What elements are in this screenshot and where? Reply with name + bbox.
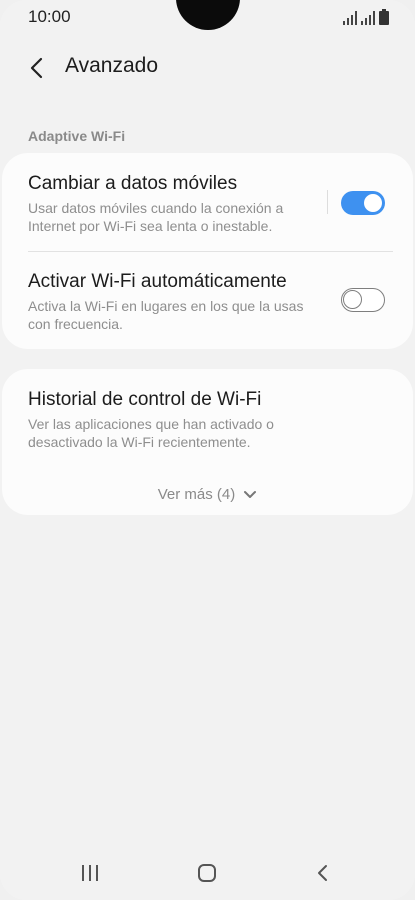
auto-wifi-toggle[interactable] <box>341 288 385 312</box>
phone-screen: 10:00 Avanzado Adaptive Wi-Fi Cambiar a … <box>0 0 415 900</box>
mobile-data-switch-toggle[interactable] <box>341 191 385 215</box>
signal-bars-icon <box>343 11 357 25</box>
back-button[interactable] <box>18 50 54 86</box>
chevron-left-icon <box>30 57 43 79</box>
toggle-knob <box>343 290 362 309</box>
page-title: Avanzado <box>65 54 159 77</box>
toggle-knob <box>362 192 384 214</box>
status-bar: 10:00 <box>0 0 415 34</box>
chevron-down-icon <box>244 490 257 498</box>
adaptive-wifi-card: Cambiar a datos móviles Usar datos móvil… <box>2 153 413 349</box>
setting-title: Activar Wi-Fi automáticamente <box>28 271 287 292</box>
back-icon <box>318 865 327 881</box>
history-title: Historial de control de Wi-Fi <box>28 389 262 410</box>
status-time: 10:00 <box>28 7 71 26</box>
wifi-history-card: Historial de control de Wi-Fi Ver las ap… <box>2 369 413 515</box>
setting-description: Activa la Wi-Fi en lugares en los que la… <box>28 298 304 332</box>
signal-bars-icon <box>361 11 375 25</box>
status-icons <box>343 9 389 25</box>
history-row[interactable]: Historial de control de Wi-Fi Ver las ap… <box>2 369 413 469</box>
see-more-label: Ver más (4) <box>157 485 236 503</box>
setting-row-mobile-data[interactable]: Cambiar a datos móviles Usar datos móvil… <box>2 153 413 251</box>
home-icon <box>198 864 216 882</box>
see-more-button[interactable]: Ver más (4) <box>2 481 413 507</box>
section-label: Adaptive Wi-Fi <box>28 128 126 144</box>
recent-apps-button[interactable] <box>70 858 110 888</box>
app-header: Avanzado <box>0 44 415 90</box>
nav-back-button[interactable] <box>302 858 342 888</box>
home-button[interactable] <box>187 858 227 888</box>
recent-apps-icon <box>82 865 98 881</box>
setting-title: Cambiar a datos móviles <box>28 173 238 194</box>
battery-icon <box>379 9 389 25</box>
vertical-divider <box>327 190 328 214</box>
setting-row-auto-wifi[interactable]: Activar Wi-Fi automáticamente Activa la … <box>2 252 413 349</box>
camera-notch <box>176 0 240 30</box>
history-description: Ver las aplicaciones que han activado o … <box>28 416 274 450</box>
navigation-bar <box>0 846 415 900</box>
setting-description: Usar datos móviles cuando la conexión a … <box>28 200 284 234</box>
